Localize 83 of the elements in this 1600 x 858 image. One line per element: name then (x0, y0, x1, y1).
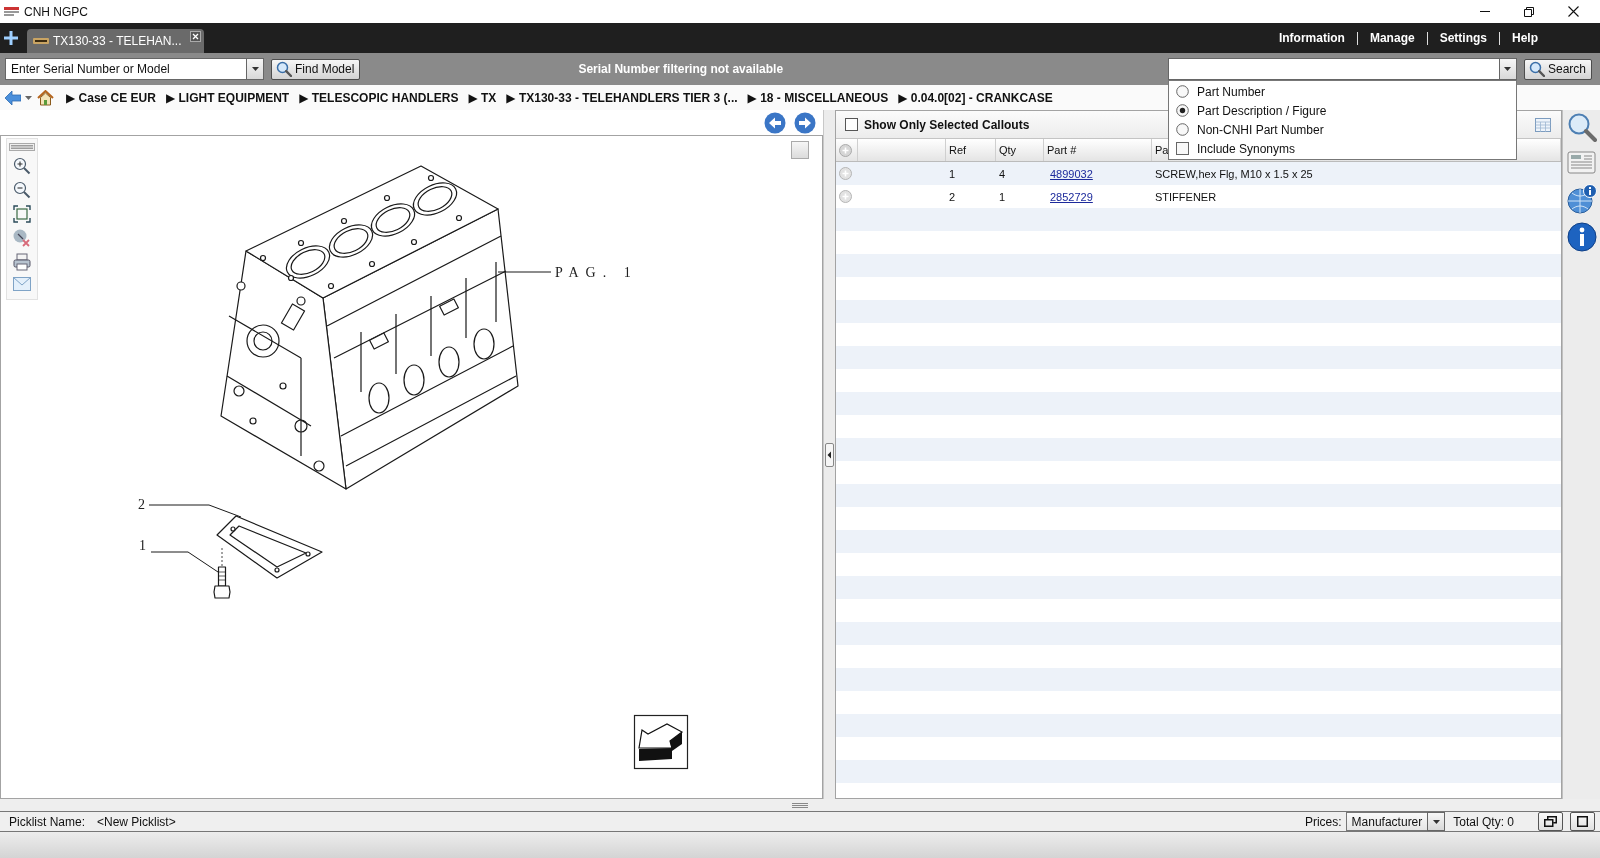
option-label[interactable]: Part Description / Figure (1196, 103, 1327, 118)
column-header[interactable]: Part # (1047, 144, 1077, 156)
dropdown-button[interactable] (246, 58, 264, 80)
radio-button[interactable] (1175, 123, 1189, 136)
part-number-link[interactable]: 2852729 (1050, 189, 1093, 204)
breadcrumb-link[interactable]: ▶ LIGHT EQUIPMENT (165, 90, 290, 105)
caret-icon[interactable] (25, 95, 32, 100)
maximize-button[interactable] (1570, 812, 1595, 831)
prices-label: Prices: (1304, 814, 1342, 829)
zoom-in-icon[interactable] (13, 157, 31, 175)
restore-button[interactable] (1538, 812, 1563, 831)
logo-icon (33, 38, 49, 44)
option-label[interactable]: Part Number (1196, 84, 1265, 99)
qty-cell: 4 (999, 166, 1006, 181)
globe-icon[interactable] (1566, 184, 1597, 214)
breadcrumb-link[interactable]: ▶ 18 - MISCELLANEOUS (747, 90, 889, 105)
search-icon[interactable] (1566, 112, 1597, 142)
view-toggle-button[interactable] (791, 141, 809, 159)
total-qty: Total Qty: 0 (1453, 814, 1514, 829)
picklist-name[interactable]: <New Picklist> (97, 814, 176, 829)
arrow-right-icon[interactable] (794, 111, 816, 134)
square-icon (1577, 816, 1588, 827)
grip-icon[interactable] (9, 143, 35, 151)
new-tab-icon[interactable] (4, 31, 18, 45)
column-header[interactable]: Ref (949, 144, 967, 156)
windows-icon (1544, 816, 1557, 827)
zoom-out-icon[interactable] (13, 181, 31, 199)
ref-cell: 1 (949, 166, 956, 181)
breadcrumb-link[interactable]: ▶ TX130-33 - TELEHANDLERS TIER 3 (... (506, 90, 738, 105)
arrow-left-icon[interactable] (764, 111, 786, 134)
ref-cell: 2 (949, 189, 956, 204)
menu-item[interactable]: Help (1499, 31, 1550, 45)
description-cell: SCREW,hex Flg, M10 x 1.5 x 25 (1155, 166, 1313, 181)
app-logo-icon (4, 7, 19, 16)
search-icon (1528, 61, 1545, 77)
find-model-button[interactable]: Find Model (271, 58, 361, 80)
search-field[interactable] (1167, 58, 1499, 80)
menu-item[interactable]: Manage (1356, 31, 1427, 45)
caret-icon (1432, 819, 1440, 824)
clear-marker-icon[interactable] (13, 229, 31, 247)
caret-icon (1504, 67, 1512, 71)
option-label[interactable]: Non-CNHI Part Number (1196, 122, 1324, 137)
breadcrumb-link[interactable]: ▶ Case CE EUR (66, 90, 156, 105)
tab[interactable]: TX130-33 - TELEHAN... (27, 29, 204, 53)
grip-icon[interactable] (792, 802, 808, 808)
prices-select[interactable]: Manufacturer (1345, 812, 1428, 831)
callout-label: 2 (138, 497, 145, 512)
close-icon[interactable] (1568, 6, 1579, 17)
collapse-left-icon[interactable] (825, 442, 834, 467)
serial-number-field[interactable]: Enter Serial Number or Model (5, 58, 246, 80)
close-icon[interactable] (190, 31, 201, 42)
fit-frame-icon[interactable] (13, 205, 31, 223)
menu-item[interactable]: Information (1266, 31, 1357, 45)
qty-cell: 1 (999, 189, 1006, 204)
breadcrumb-link[interactable]: ▶ TELESCOPIC HANDLERS (299, 90, 459, 105)
caret-icon (251, 67, 259, 71)
radio-button[interactable] (1175, 104, 1189, 117)
notice-text: Serial Number filtering not available (578, 62, 784, 76)
callout-label: PAG. 1 (555, 265, 638, 280)
callout-label: 1 (139, 538, 146, 553)
column-header[interactable]: Pa (1155, 144, 1169, 156)
checkbox-label[interactable]: Show Only Selected Callouts (864, 117, 1030, 132)
info-icon[interactable] (1566, 222, 1597, 252)
option-label[interactable]: Include Synonyms (1196, 141, 1296, 156)
menu-item[interactable]: Settings (1426, 31, 1499, 45)
breadcrumb-link[interactable]: ▶ TX (468, 90, 497, 105)
dropdown-button[interactable] (1427, 812, 1446, 831)
back-arrow-icon[interactable] (5, 90, 21, 105)
search-icon (276, 61, 292, 77)
picklist-label: Picklist Name: (9, 814, 85, 829)
home-icon[interactable] (37, 89, 54, 106)
column-header[interactable]: Qty (999, 144, 1017, 156)
restore-icon[interactable] (1524, 6, 1534, 17)
window-title: CNH NGPC (24, 4, 88, 19)
search-button[interactable]: Search (1523, 58, 1592, 80)
checkbox[interactable] (1175, 142, 1189, 155)
radio-button[interactable] (1175, 85, 1189, 98)
part-number-link[interactable]: 4899032 (1050, 166, 1093, 181)
breadcrumb-link[interactable]: ▶ 0.04.0[02] - CRANKCASE (898, 90, 1053, 105)
checkbox[interactable] (845, 118, 858, 131)
description-cell: STIFFENER (1155, 189, 1217, 204)
grid-icon[interactable] (1535, 117, 1551, 132)
printer-icon[interactable] (13, 253, 31, 271)
